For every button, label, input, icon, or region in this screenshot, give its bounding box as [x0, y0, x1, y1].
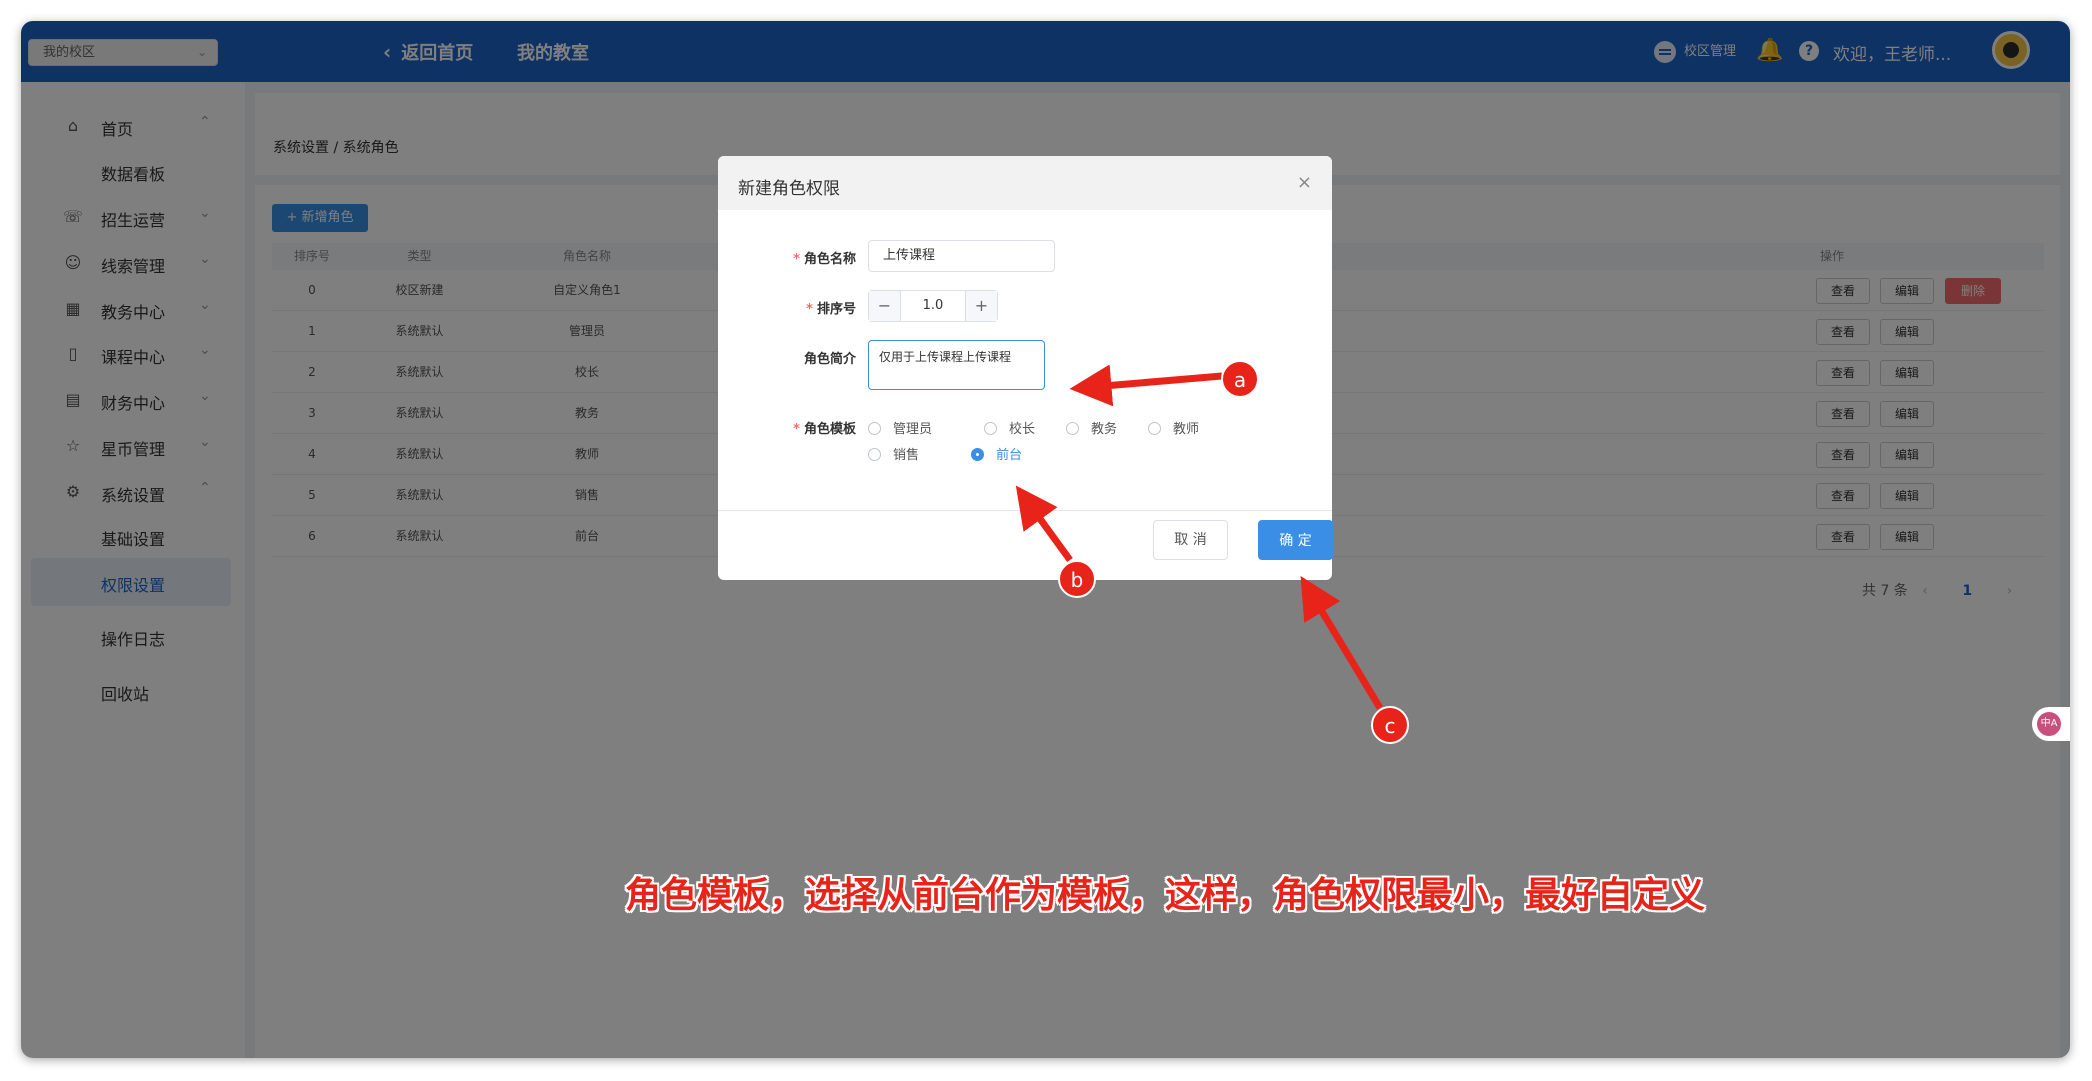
- radio-selected-icon: [971, 448, 984, 461]
- dialog-divider: [718, 510, 1332, 511]
- radio-icon: [868, 448, 881, 461]
- increment-button[interactable]: +: [965, 291, 997, 321]
- decrement-button[interactable]: −: [869, 291, 901, 321]
- annotation-callout-c: c: [1371, 706, 1409, 744]
- annotation-callout-b: b: [1058, 560, 1096, 598]
- template-radio-principal[interactable]: 校长: [984, 418, 1035, 437]
- order-stepper: − 1.0 +: [868, 290, 998, 322]
- dialog-title: 新建角色权限: [738, 179, 840, 199]
- role-intro-textarea[interactable]: 仅用于上传课程上传课程: [868, 340, 1045, 390]
- close-icon[interactable]: ×: [1297, 172, 1312, 193]
- annotation-caption: 角色模板，选择从前台作为模板，这样，角色权限最小，最好自定义: [625, 875, 1706, 916]
- intro-label: 角色简介: [803, 352, 856, 367]
- radio-icon: [1148, 422, 1161, 435]
- template-radio-teacher[interactable]: 教师: [1148, 418, 1199, 437]
- template-radio-sales[interactable]: 销售: [868, 444, 919, 463]
- role-name-label: * 角色名称: [793, 252, 856, 267]
- order-value[interactable]: 1.0: [901, 291, 965, 321]
- translate-float-button[interactable]: 中A: [2032, 707, 2070, 741]
- template-radio-academic[interactable]: 教务: [1066, 418, 1117, 437]
- cancel-button[interactable]: 取 消: [1153, 520, 1228, 560]
- role-name-input[interactable]: 上传课程: [868, 240, 1055, 272]
- radio-icon: [984, 422, 997, 435]
- annotation-callout-a: a: [1221, 360, 1259, 398]
- template-radio-front-desk[interactable]: 前台: [971, 444, 1022, 463]
- radio-icon: [868, 422, 881, 435]
- translate-icon: 中A: [2037, 712, 2061, 736]
- radio-icon: [1066, 422, 1079, 435]
- template-label: * 角色模板: [793, 422, 856, 437]
- order-label: * 排序号: [806, 302, 856, 317]
- confirm-button[interactable]: 确 定: [1258, 520, 1333, 560]
- template-radio-admin[interactable]: 管理员: [868, 418, 932, 437]
- dialog-header: 新建角色权限 ×: [718, 156, 1332, 210]
